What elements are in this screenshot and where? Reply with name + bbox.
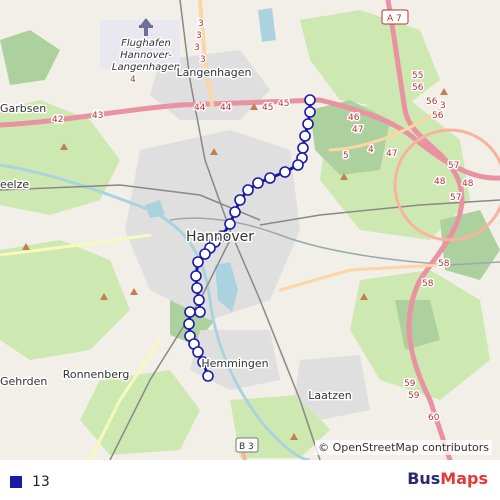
route-stop-marker[interactable] — [190, 270, 202, 282]
place-label-langenhagen: Langenhagen — [177, 66, 252, 79]
road-label: 60 — [428, 413, 440, 423]
road-label: 5 — [343, 151, 349, 161]
road-label: 44 — [220, 103, 232, 113]
road-label: 4 — [130, 75, 136, 85]
road-label: 3 — [198, 19, 204, 29]
road-label: 58 — [438, 259, 450, 269]
road-shield-a7: A 7 — [381, 9, 409, 25]
road-label: 4 — [368, 145, 374, 155]
place-label-seelze: eelze — [0, 178, 29, 191]
road-label: 3 — [194, 43, 200, 53]
road-label: 47 — [386, 149, 397, 159]
route-stop-marker[interactable] — [297, 142, 309, 154]
route-stop-marker[interactable] — [202, 370, 214, 382]
road-label: 56 — [426, 97, 438, 107]
route-stop-marker[interactable] — [242, 184, 254, 196]
route-stop-marker[interactable] — [194, 306, 206, 318]
road-label: 48 — [462, 179, 474, 189]
place-label-garbsen: Garbsen — [0, 102, 46, 115]
road-label: 56 — [432, 111, 444, 121]
route-stop-marker[interactable] — [234, 194, 246, 206]
road-label: 56 — [412, 83, 424, 93]
route-stop-marker[interactable] — [302, 118, 314, 130]
place-label-airport: Langenhagen — [112, 62, 180, 73]
road-label: 3 — [440, 101, 446, 111]
road-label: 42 — [52, 115, 63, 125]
route-stop-marker[interactable] — [191, 282, 203, 294]
road-label: 59 — [404, 379, 416, 389]
route-stop-marker[interactable] — [299, 130, 311, 142]
road-label: 3 — [196, 31, 202, 41]
route-stop-marker[interactable] — [224, 218, 236, 230]
road-label: 45 — [278, 99, 289, 109]
place-label-gehrden: Gehrden — [0, 375, 47, 388]
place-label-hemmingen: Hemmingen — [201, 357, 268, 370]
road-label: 58 — [422, 279, 434, 289]
road-label: 3 — [200, 55, 206, 65]
road-label: B 3 — [239, 442, 254, 452]
road-label: 43 — [92, 111, 103, 121]
place-label-laatzen: Laatzen — [308, 389, 351, 402]
route-stop-marker[interactable] — [193, 294, 205, 306]
road-label: 57 — [448, 161, 459, 171]
road-label: 57 — [450, 193, 461, 203]
busmaps-logo[interactable]: BusMaps — [407, 469, 488, 488]
place-label-airport: Flughafen — [121, 38, 171, 49]
route-legend: 13 — [10, 474, 50, 490]
map-view[interactable]: 3 3 3 3 4 42 43 44 44 45 45 46 47 4 47 5… — [0, 0, 500, 460]
legend-route-label: 13 — [32, 474, 50, 490]
route-stop-marker[interactable] — [304, 94, 316, 106]
route-stop-marker[interactable] — [304, 106, 316, 118]
route-stop-marker[interactable] — [192, 256, 204, 268]
road-label: 47 — [352, 125, 363, 135]
road-label: 44 — [194, 103, 206, 113]
brand-part1: Bus — [407, 469, 441, 488]
route-stop-marker[interactable] — [192, 346, 204, 358]
road-shield-b3: B 3 — [235, 437, 259, 453]
route-stop-marker[interactable] — [264, 172, 276, 184]
brand-part2: Maps — [440, 469, 488, 488]
route-stop-marker[interactable] — [184, 306, 196, 318]
road-label: 59 — [408, 391, 420, 401]
place-label-airport: Hannover- — [120, 50, 172, 61]
road-label: A 7 — [387, 14, 402, 24]
road-label: 45 — [262, 103, 273, 113]
road-label: 46 — [348, 113, 360, 123]
route-stop-marker[interactable] — [252, 177, 264, 189]
road-label: 48 — [434, 177, 446, 187]
route-stop-marker[interactable] — [292, 159, 304, 171]
place-label-ronnenberg: Ronnenberg — [63, 368, 130, 381]
route-stop-marker[interactable] — [279, 166, 291, 178]
road-label: 55 — [412, 71, 423, 81]
footer-bar: 13 BusMaps — [0, 460, 500, 500]
map-attribution[interactable]: © OpenStreetMap contributors — [315, 440, 492, 455]
place-label-hannover: Hannover — [186, 229, 254, 245]
route-stop-marker[interactable] — [229, 206, 241, 218]
legend-swatch — [10, 476, 22, 488]
map-canvas: 3 3 3 3 4 42 43 44 44 45 45 46 47 4 47 5… — [0, 0, 500, 460]
route-stop-marker[interactable] — [183, 318, 195, 330]
